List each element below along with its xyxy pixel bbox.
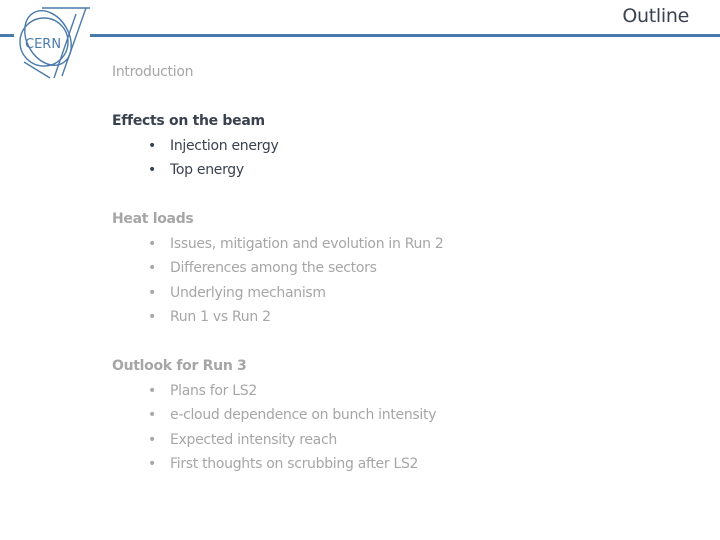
bullet-icon: • [148,162,156,178]
list-item: • Issues, mitigation and evolution in Run… [112,232,672,257]
list-item: • Underlying mechanism [112,281,672,306]
bullet-icon: • [148,309,156,325]
list-item: • Plans for LS2 [112,379,672,404]
bullet-icon: • [148,137,156,154]
bullet-icon: • [148,456,156,472]
list-item: • Injection energy [112,134,672,159]
outline-list: Introduction Effects on the beam • Inject… [112,60,672,477]
section-outlook-run3: Outlook for Run 3 • Plans for LS2 • e-clou… [112,354,672,477]
list-item: • Run 1 vs Run 2 [112,305,672,330]
bullet-icon: • [148,284,156,301]
section-heading: Outlook for Run 3 [112,358,247,374]
list-item: • First thoughts on scrubbing after LS2 [112,452,672,477]
bullet-icon: • [148,431,156,448]
header-rule-right [90,34,720,37]
cern-logo: CERN [19,7,90,79]
section-heading: Introduction [112,64,194,80]
list-item: • Top energy [112,158,672,183]
section-heading: Effects on the beam [112,113,265,129]
list-item: • Differences among the sectors [112,256,672,281]
slide-title: Outline [622,5,689,27]
header-rule-left [0,34,14,37]
list-item: • Expected intensity reach [112,428,672,453]
section-introduction: Introduction [112,60,672,85]
bullet-icon: • [148,235,156,252]
cern-logo-text: CERN [25,37,61,52]
section-heading: Heat loads [112,211,194,227]
list-item: • e-cloud dependence on bunch intensity [112,403,672,428]
section-effects-on-beam: Effects on the beam • Injection energy • T… [112,109,672,183]
bullet-icon: • [148,382,156,399]
bullet-icon: • [148,407,156,423]
section-heat-loads: Heat loads • Issues, mitigation and evolu… [112,207,672,330]
bullet-icon: • [148,260,156,276]
